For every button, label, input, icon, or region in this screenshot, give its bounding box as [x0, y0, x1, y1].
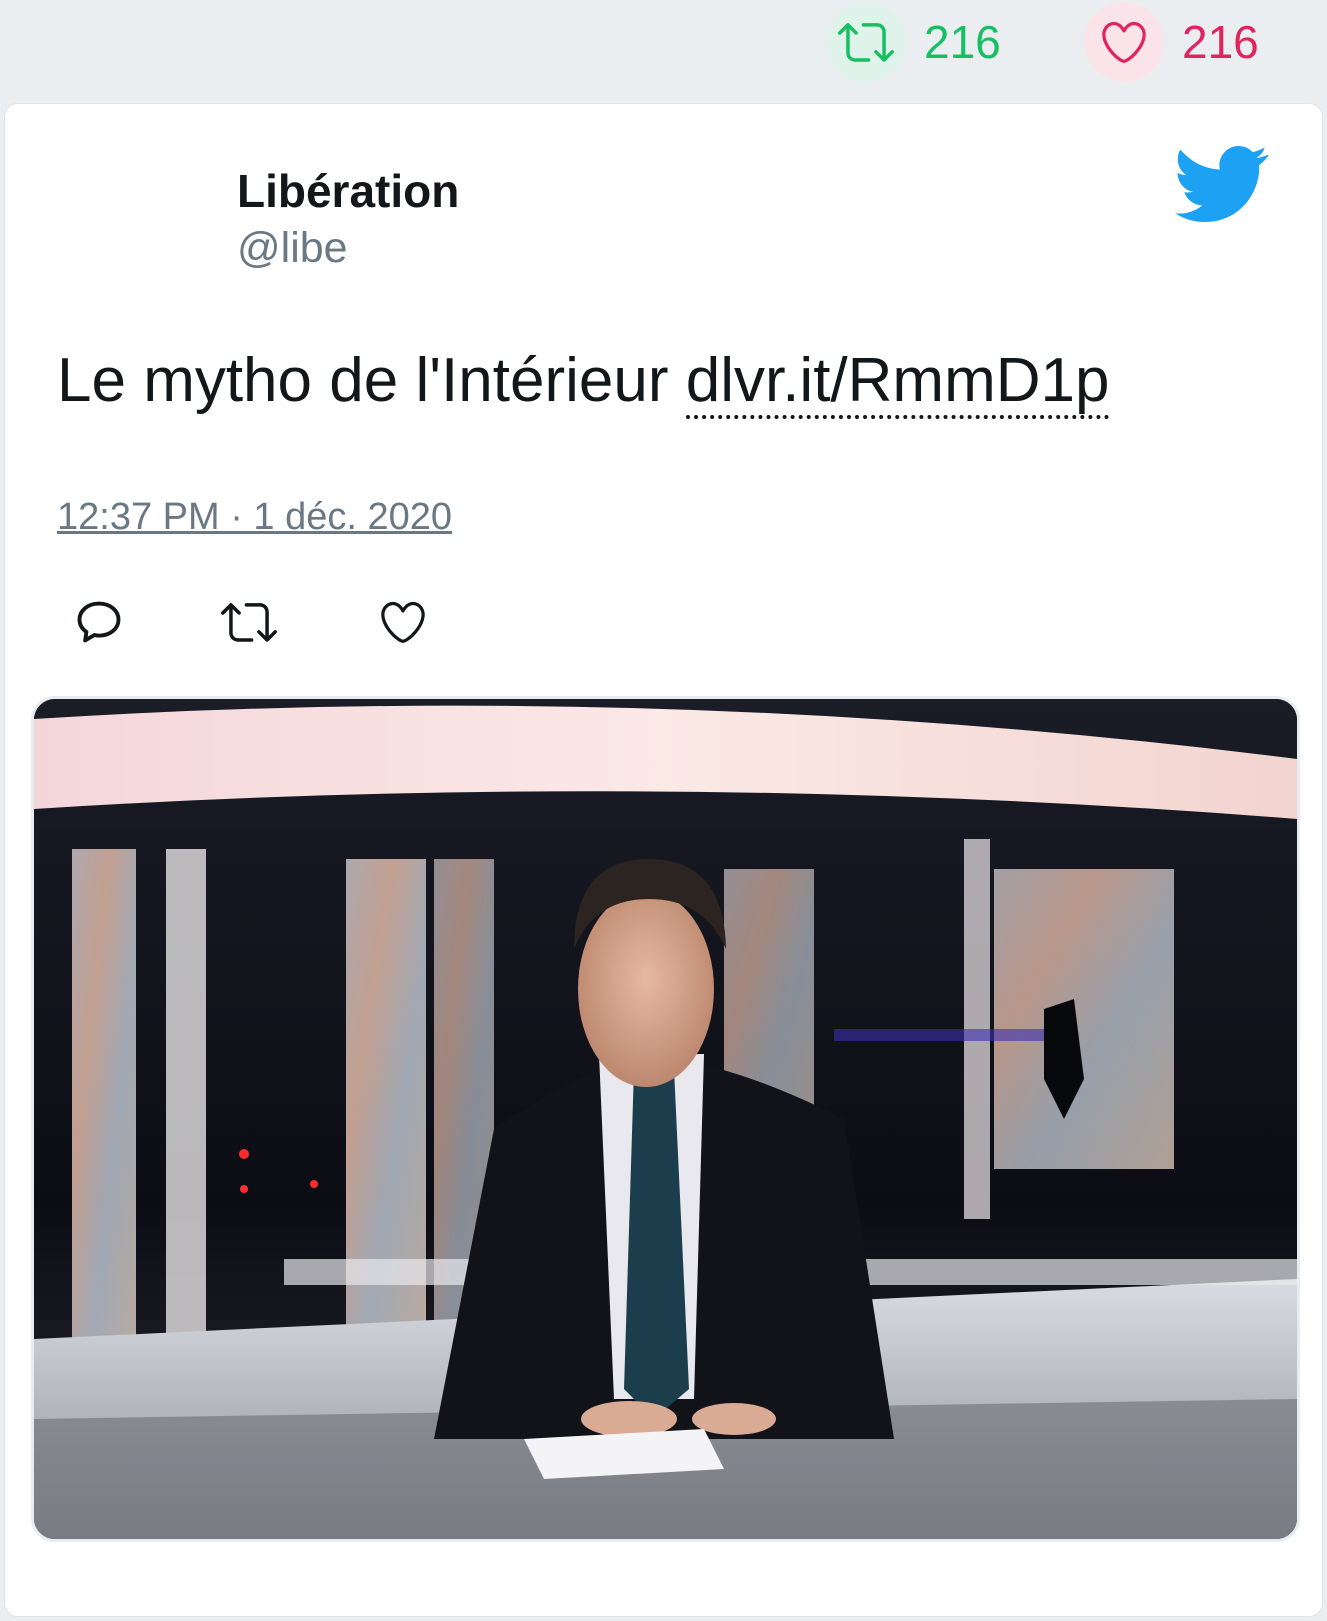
tv-studio-photo [34, 699, 1297, 1539]
like-stat[interactable]: 216 [1084, 2, 1259, 82]
tweet-body: Le mytho de l'Intérieur [57, 346, 686, 415]
heart-icon[interactable] [373, 592, 433, 652]
retweet-icon [826, 2, 906, 82]
twitter-bird-icon[interactable] [1175, 145, 1269, 222]
author-name[interactable]: Libération [237, 164, 459, 219]
tweet-timestamp[interactable]: 12:37 PM · 1 déc. 2020 [57, 496, 452, 539]
tweet-author[interactable]: Libération @libe [237, 164, 459, 275]
tweet-photo[interactable] [31, 696, 1300, 1542]
retweet-stat[interactable]: 216 [826, 2, 1001, 82]
tweet-link[interactable]: dlvr.it/RmmD1p [685, 346, 1110, 419]
reply-icon[interactable] [69, 592, 129, 652]
heart-icon [1084, 2, 1164, 82]
tweet-card: Libération @libe Le mytho de l'Intérieur… [4, 103, 1323, 1617]
author-handle[interactable]: @libe [237, 223, 459, 275]
like-count: 216 [1182, 16, 1259, 68]
tweet-text: Le mytho de l'Intérieur dlvr.it/RmmD1p [57, 344, 1110, 419]
engagement-stats-bar: 216 216 [0, 0, 1327, 100]
retweet-count: 216 [924, 16, 1001, 68]
retweet-icon[interactable] [219, 592, 279, 652]
